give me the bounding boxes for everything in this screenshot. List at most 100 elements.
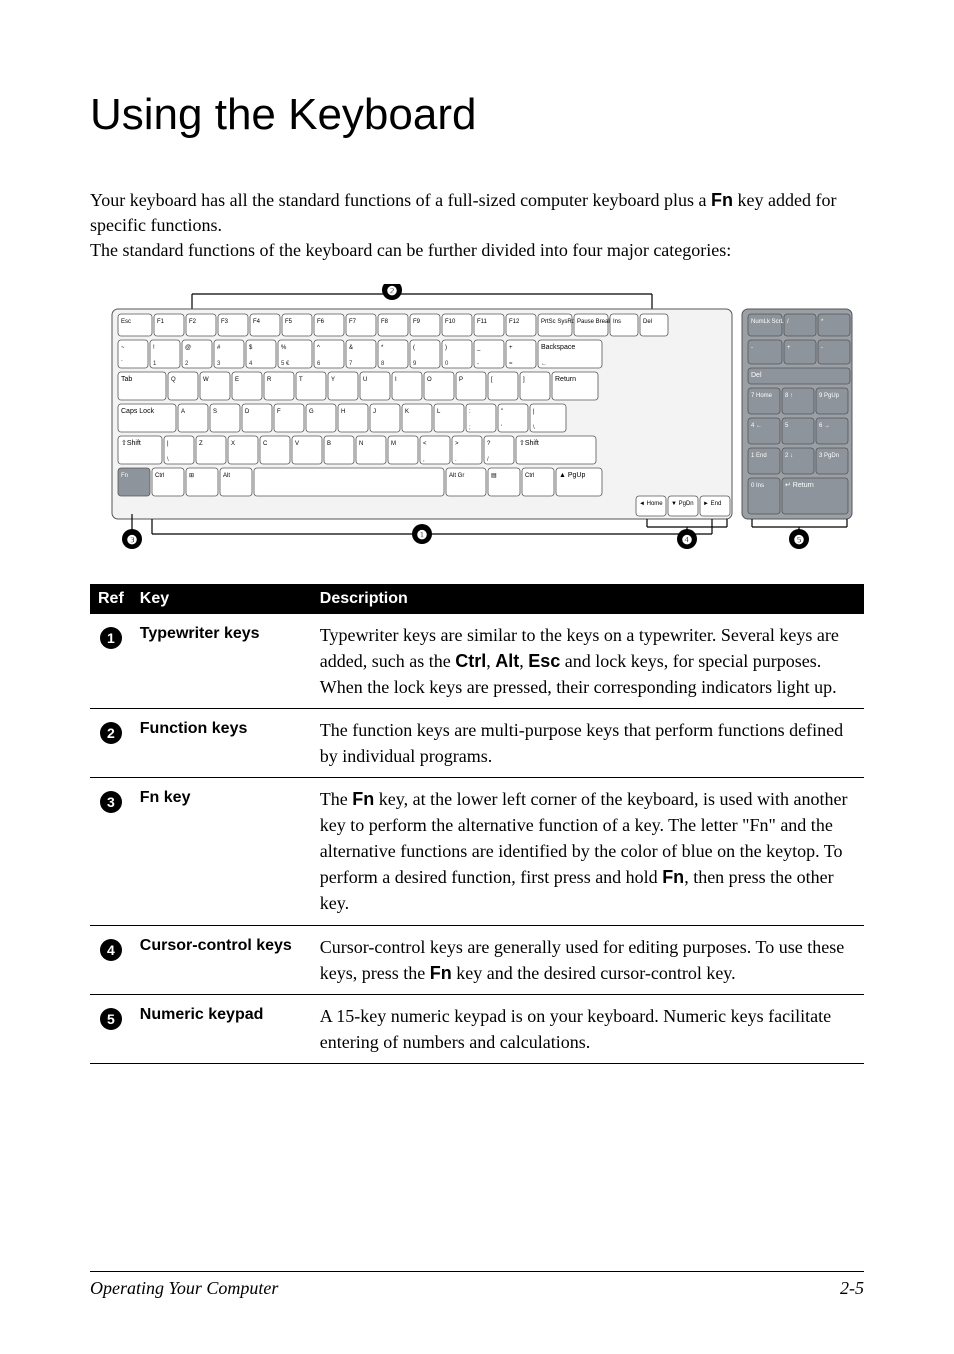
svg-text:Q: Q bbox=[171, 377, 176, 383]
row-desc: A 15-key numeric keypad is on your keybo… bbox=[312, 994, 864, 1063]
svg-text:8 ↑: 8 ↑ bbox=[785, 393, 793, 399]
svg-text:↵ Return: ↵ Return bbox=[785, 482, 814, 489]
svg-text:⇧Shift: ⇧Shift bbox=[519, 439, 539, 447]
key bbox=[784, 340, 816, 364]
svg-text:J: J bbox=[373, 409, 376, 415]
svg-text:Del: Del bbox=[751, 372, 762, 379]
svg-text:': ' bbox=[501, 425, 502, 431]
key bbox=[186, 314, 216, 336]
row-ref: 3 bbox=[90, 778, 132, 925]
svg-text:>: > bbox=[455, 441, 459, 447]
row-desc: The function keys are multi-purpose keys… bbox=[312, 708, 864, 777]
key bbox=[442, 314, 472, 336]
th-ref: Ref bbox=[90, 584, 132, 614]
svg-text:Fn: Fn bbox=[121, 473, 128, 479]
svg-text:D: D bbox=[245, 409, 250, 415]
svg-text:(: ( bbox=[413, 345, 415, 351]
svg-text:Y: Y bbox=[331, 377, 335, 383]
svg-text:2 ↓: 2 ↓ bbox=[785, 453, 793, 459]
svg-text:-: - bbox=[477, 361, 479, 367]
table-row: 3Fn keyThe Fn key, at the lower left cor… bbox=[90, 778, 864, 925]
key bbox=[378, 314, 408, 336]
table-row: 5Numeric keypadA 15-key numeric keypad i… bbox=[90, 994, 864, 1063]
svg-text:NumLk ScrLk: NumLk ScrLk bbox=[751, 319, 788, 325]
key bbox=[574, 314, 608, 336]
row-ref: 5 bbox=[90, 994, 132, 1063]
key bbox=[538, 314, 572, 336]
row-key: Numeric keypad bbox=[132, 994, 312, 1063]
svg-text:M: M bbox=[391, 441, 396, 447]
svg-text:Ins: Ins bbox=[613, 319, 621, 325]
th-desc: Description bbox=[312, 584, 864, 614]
svg-text:9 PgUp: 9 PgUp bbox=[819, 393, 840, 399]
key bbox=[816, 448, 848, 474]
svg-text:5 €: 5 € bbox=[281, 361, 290, 367]
svg-text:▲ PgUp: ▲ PgUp bbox=[559, 472, 585, 479]
key bbox=[254, 468, 444, 496]
key bbox=[782, 388, 814, 414]
svg-text:H: H bbox=[341, 409, 345, 415]
page-title: Using the Keyboard bbox=[90, 90, 864, 140]
svg-text:T: T bbox=[299, 377, 303, 383]
key bbox=[118, 314, 152, 336]
key bbox=[748, 418, 780, 444]
svg-text:F11: F11 bbox=[477, 319, 488, 325]
key bbox=[314, 314, 344, 336]
svg-text:Pause Break: Pause Break bbox=[577, 319, 612, 325]
callout-3: ❸ bbox=[127, 533, 138, 547]
svg-text:PrtSc SysRq: PrtSc SysRq bbox=[541, 319, 575, 325]
key bbox=[748, 314, 782, 336]
row-ref: 1 bbox=[90, 614, 132, 709]
svg-text:X: X bbox=[231, 441, 235, 447]
svg-text:B: B bbox=[327, 441, 331, 447]
svg-text:_: _ bbox=[476, 345, 481, 351]
svg-text:4 ←: 4 ← bbox=[751, 423, 762, 429]
svg-text:S: S bbox=[213, 409, 217, 415]
svg-text:7 Home: 7 Home bbox=[751, 393, 773, 399]
key bbox=[506, 314, 536, 336]
svg-text:1 End: 1 End bbox=[751, 453, 767, 459]
row-key: Function keys bbox=[132, 708, 312, 777]
svg-text:W: W bbox=[203, 377, 209, 383]
svg-text:▼ PgDn: ▼ PgDn bbox=[671, 501, 694, 507]
svg-text:`: ` bbox=[121, 361, 123, 367]
svg-text:Z: Z bbox=[199, 441, 203, 447]
key bbox=[474, 314, 504, 336]
svg-text:Alt: Alt bbox=[223, 473, 230, 479]
key bbox=[640, 314, 668, 336]
key bbox=[610, 314, 638, 336]
svg-text:F9: F9 bbox=[413, 319, 421, 325]
row-key: Cursor-control keys bbox=[132, 925, 312, 994]
key bbox=[784, 314, 816, 336]
svg-text:+: + bbox=[787, 345, 791, 351]
svg-text:Return: Return bbox=[555, 376, 576, 383]
svg-text:⇧Shift: ⇧Shift bbox=[121, 439, 141, 447]
svg-text:F2: F2 bbox=[189, 319, 197, 325]
svg-text:-: - bbox=[821, 345, 823, 351]
key bbox=[154, 314, 184, 336]
callout-2: ❷ bbox=[387, 284, 398, 298]
svg-text:K: K bbox=[405, 409, 409, 415]
svg-text:F4: F4 bbox=[253, 319, 261, 325]
table-row: 4Cursor-control keysCursor-control keys … bbox=[90, 925, 864, 994]
svg-text:Caps Lock: Caps Lock bbox=[121, 408, 155, 415]
svg-text:Esc: Esc bbox=[121, 319, 131, 325]
svg-text:F8: F8 bbox=[381, 319, 389, 325]
svg-text:V: V bbox=[295, 441, 299, 447]
svg-text:-: - bbox=[751, 345, 753, 351]
svg-text:6 →: 6 → bbox=[819, 423, 830, 429]
table-row: 2Function keysThe function keys are mult… bbox=[90, 708, 864, 777]
svg-text:G: G bbox=[309, 409, 314, 415]
key bbox=[282, 314, 312, 336]
row-desc: The Fn key, at the lower left corner of … bbox=[312, 778, 864, 925]
fn-label: Fn bbox=[711, 190, 733, 210]
key bbox=[250, 314, 280, 336]
svg-text:F6: F6 bbox=[317, 319, 325, 325]
key bbox=[782, 418, 814, 444]
svg-text:Tab: Tab bbox=[121, 376, 132, 383]
svg-text:F7: F7 bbox=[349, 319, 357, 325]
intro-paragraph: Your keyboard has all the standard funct… bbox=[90, 188, 864, 264]
row-ref: 4 bbox=[90, 925, 132, 994]
svg-text:Ctrl: Ctrl bbox=[525, 473, 534, 479]
key bbox=[816, 388, 848, 414]
